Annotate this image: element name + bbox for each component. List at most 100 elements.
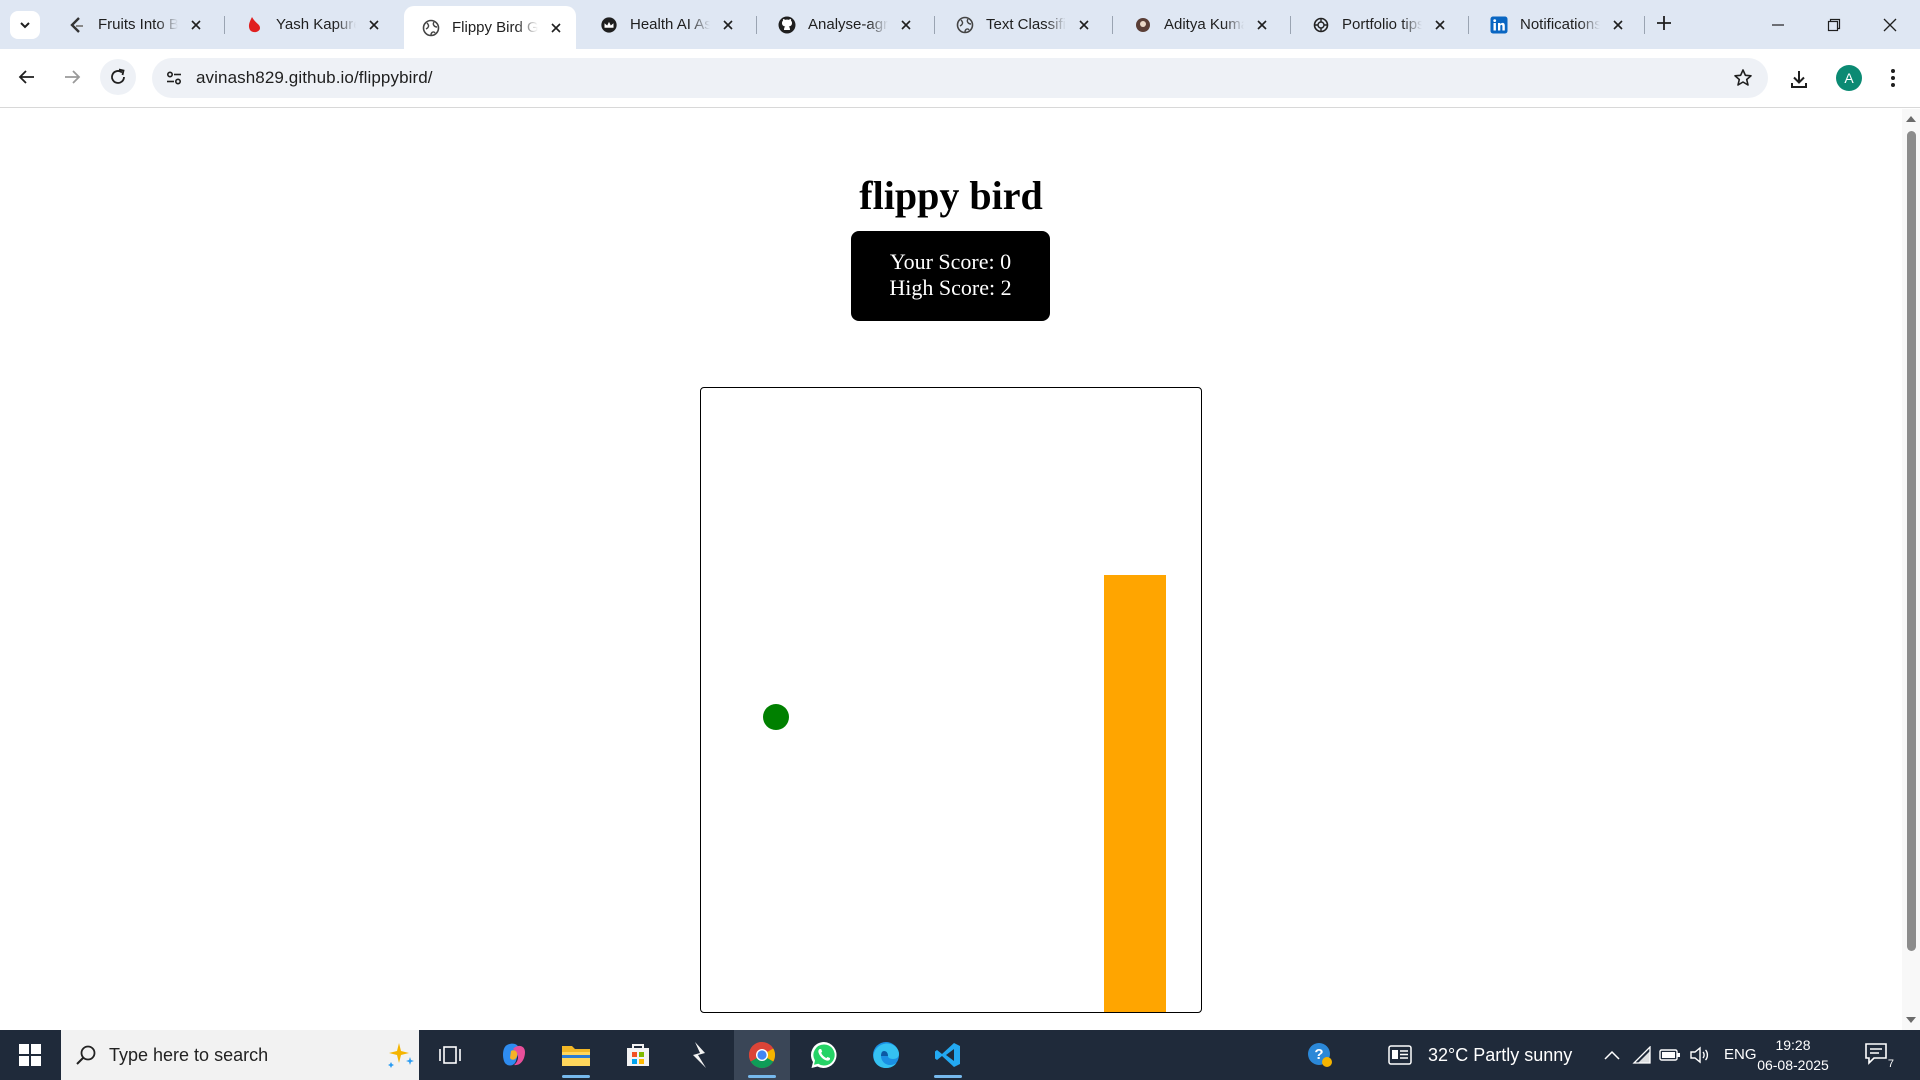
- taskbar-whatsapp[interactable]: [796, 1030, 852, 1080]
- taskbar-search[interactable]: Type here to search: [61, 1030, 419, 1080]
- tab-separator: [1112, 16, 1113, 34]
- tab-fruits-into-baskets[interactable]: Fruits Into Baskets: [50, 6, 216, 43]
- leetcode-icon: [68, 16, 86, 34]
- weather-text[interactable]: 32°C Partly sunny: [1428, 1045, 1572, 1066]
- browser-toolbar: avinash829.github.io/flippybird/ A: [0, 49, 1920, 108]
- help-icon[interactable]: ?: [1306, 1041, 1334, 1069]
- battery-icon[interactable]: [1658, 1043, 1682, 1067]
- arrow-left-icon: [18, 70, 34, 84]
- crown-icon: [600, 16, 618, 34]
- high-score: High Score: 2: [889, 275, 1012, 300]
- edge-icon: [873, 1042, 899, 1068]
- minimize-icon: [1772, 23, 1784, 26]
- chatgpt-icon: [1312, 16, 1330, 34]
- taskbar-winscp[interactable]: [672, 1030, 728, 1080]
- tab-analyse-agriculture[interactable]: Analyse-agriculture: [760, 6, 926, 43]
- tab-separator: [224, 16, 225, 34]
- reload-icon: [111, 68, 125, 84]
- running-indicator: [562, 1075, 590, 1078]
- taskbar-file-explorer[interactable]: [548, 1030, 604, 1080]
- taskbar-chrome[interactable]: [734, 1030, 790, 1080]
- tab-separator: [1290, 16, 1291, 34]
- plus-icon: [1657, 16, 1671, 30]
- taskbar-microsoft-store[interactable]: [610, 1030, 666, 1080]
- profile-avatar[interactable]: A: [1836, 65, 1862, 91]
- arrow-right-icon: [65, 70, 81, 84]
- downloads-button[interactable]: [1786, 66, 1812, 92]
- droplet-icon: [246, 16, 264, 34]
- taskbar-vscode[interactable]: [920, 1030, 976, 1080]
- tab-separator: [934, 16, 935, 34]
- score-board: Your Score: 0 High Score: 2: [851, 231, 1050, 321]
- kaggle-icon: [1134, 16, 1152, 34]
- tab-health-ai[interactable]: Health AI Assistant: [582, 6, 748, 43]
- close-icon[interactable]: [186, 15, 206, 35]
- clock-time: 19:28: [1775, 1037, 1811, 1053]
- svg-text:?: ?: [1314, 1046, 1323, 1063]
- whatsapp-icon: [810, 1041, 837, 1068]
- game-canvas[interactable]: [700, 387, 1202, 1013]
- windows-taskbar: Type here to search ? 32°C Partly sunny: [0, 1030, 1920, 1080]
- tab-title: Fruits Into Baskets: [98, 16, 178, 33]
- tab-portfolio-tips[interactable]: Portfolio tips: [1294, 6, 1460, 43]
- search-icon: [76, 1045, 96, 1065]
- scroll-thumb[interactable]: [1907, 131, 1916, 951]
- close-icon[interactable]: [546, 18, 566, 38]
- more-vertical-icon: [1891, 69, 1895, 87]
- clock-date: 06-08-2025: [1757, 1057, 1829, 1073]
- wifi-icon[interactable]: [1630, 1043, 1654, 1067]
- taskbar-copilot[interactable]: [486, 1030, 542, 1080]
- tab-yash-kapure[interactable]: Yash Kapure | LinkedIn: [228, 6, 394, 43]
- scroll-up-arrow-icon[interactable]: [1905, 113, 1917, 125]
- address-bar[interactable]: avinash829.github.io/flippybird/: [152, 58, 1768, 98]
- tab-text-classification[interactable]: Text Classification: [938, 6, 1104, 43]
- current-score: Your Score: 0: [889, 249, 1012, 274]
- tab-separator: [1468, 16, 1469, 34]
- notification-center-button[interactable]: 7: [1864, 1042, 1894, 1070]
- tab-title: Health AI Assistant: [630, 16, 710, 33]
- tab-aditya-kumar[interactable]: Aditya Kumar: [1116, 6, 1282, 43]
- new-tab-button[interactable]: [1652, 11, 1676, 35]
- tab-search-button[interactable]: [10, 11, 40, 39]
- tab-notifications[interactable]: Notifications: [1472, 6, 1638, 43]
- site-info-icon[interactable]: [162, 66, 186, 90]
- task-view-button[interactable]: [422, 1030, 478, 1080]
- page-title: flippy bird: [859, 173, 1043, 218]
- notification-icon: [1865, 1043, 1887, 1065]
- start-button[interactable]: [0, 1030, 60, 1080]
- weather-icon[interactable]: [1388, 1043, 1412, 1067]
- back-button[interactable]: [9, 59, 45, 95]
- forward-button[interactable]: [54, 59, 90, 95]
- close-icon[interactable]: [1074, 15, 1094, 35]
- page-content: flippy bird Your Score: 0 High Score: 2: [0, 109, 1902, 1030]
- copilot-icon: [503, 1043, 525, 1066]
- volume-icon[interactable]: [1688, 1043, 1712, 1067]
- close-icon[interactable]: [1608, 15, 1628, 35]
- chevron-up-icon[interactable]: [1600, 1043, 1624, 1067]
- close-icon[interactable]: [896, 15, 916, 35]
- scroll-down-arrow-icon[interactable]: [1905, 1014, 1917, 1026]
- taskbar-clock[interactable]: 19:28 06-08-2025: [1752, 1035, 1834, 1075]
- linkedin-icon: [1490, 16, 1508, 34]
- chevron-down-icon: [20, 22, 30, 29]
- tab-title: Yash Kapure | LinkedIn: [276, 16, 356, 33]
- running-indicator: [748, 1075, 776, 1078]
- download-icon: [1791, 71, 1807, 88]
- close-window-button[interactable]: [1862, 0, 1918, 49]
- minimize-button[interactable]: [1750, 0, 1806, 49]
- tab-flippy-bird[interactable]: Flippy Bird Game: [404, 6, 576, 49]
- browser-menu-button[interactable]: [1882, 65, 1904, 91]
- restore-button[interactable]: [1806, 0, 1862, 49]
- close-icon[interactable]: [1252, 15, 1272, 35]
- taskbar-edge[interactable]: [858, 1030, 914, 1080]
- close-icon[interactable]: [1430, 15, 1450, 35]
- reload-button[interactable]: [100, 59, 136, 95]
- bookmark-star-icon[interactable]: [1732, 67, 1754, 89]
- close-icon[interactable]: [718, 15, 738, 35]
- url-text[interactable]: avinash829.github.io/flippybird/: [196, 68, 433, 88]
- page-scrollbar[interactable]: [1902, 109, 1920, 1030]
- close-icon: [1883, 18, 1897, 31]
- close-icon[interactable]: [364, 15, 384, 35]
- folder-icon: [562, 1046, 590, 1066]
- vscode-icon: [935, 1043, 960, 1067]
